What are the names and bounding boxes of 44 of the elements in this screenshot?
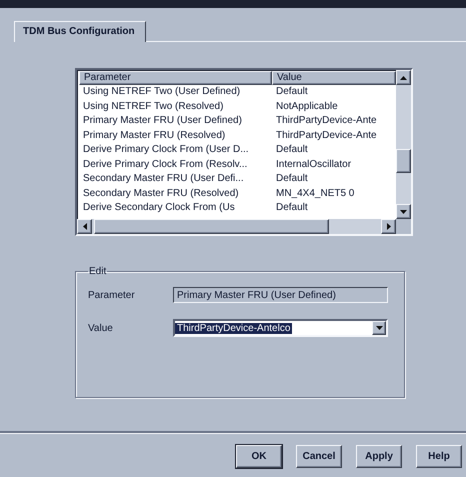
vertical-scrollbar[interactable] xyxy=(396,70,411,219)
parameter-cell[interactable]: Using NETREF Two (User Defined) xyxy=(79,85,272,100)
value-cell[interactable]: Default xyxy=(272,201,396,216)
value-cell[interactable]: ThirdPartyDevice-Ante xyxy=(272,114,396,128)
value-cell[interactable]: NotApplicable xyxy=(272,100,396,114)
value-dropdown[interactable]: ThirdPartyDevice-Antelco xyxy=(173,319,388,337)
parameter-list[interactable] xyxy=(75,68,413,236)
scroll-right-button[interactable] xyxy=(381,219,396,234)
parameter-cell[interactable]: Secondary Master FRU (Resolved) xyxy=(79,186,272,201)
left-arrow-icon xyxy=(82,223,86,230)
value-cell[interactable]: InternalOscillator xyxy=(272,158,396,172)
down-arrow-icon xyxy=(400,210,407,214)
dialog-button[interactable]: Help xyxy=(416,445,462,468)
parameter-cell[interactable]: Derive Secondary Clock From (Us xyxy=(79,201,272,216)
value-cell[interactable]: ThirdPartyDevice-Ante xyxy=(272,128,396,143)
column-header[interactable]: Parameter xyxy=(79,71,272,85)
parameter-cell[interactable]: Using NETREF Two (Resolved) xyxy=(79,100,272,114)
parameter-cell[interactable]: Derive Primary Clock From (User D... xyxy=(79,143,272,158)
value-cell[interactable]: Default xyxy=(272,85,396,100)
dialog-button[interactable]: Apply xyxy=(356,445,402,468)
parameter-cell[interactable]: Secondary Master FRU (User Defi... xyxy=(79,172,272,186)
dialog-button[interactable]: Cancel xyxy=(296,445,342,468)
parameter-cell[interactable]: Primary Master FRU (Resolved) xyxy=(79,128,272,143)
scrollbar-corner xyxy=(396,219,411,234)
right-arrow-icon xyxy=(386,223,390,230)
scroll-left-button[interactable] xyxy=(77,219,92,234)
column-header[interactable]: Value xyxy=(272,71,396,85)
tab[interactable]: TDM Bus Configuration xyxy=(14,21,146,42)
field-label: Value xyxy=(88,322,114,334)
value-cell[interactable]: MN_4X4_NET5 0 xyxy=(272,186,396,201)
dropdown-button[interactable] xyxy=(372,321,386,335)
value-cell[interactable]: Default xyxy=(272,172,396,186)
horizontal-scrollbar[interactable] xyxy=(77,219,396,234)
scroll-up-button[interactable] xyxy=(396,70,411,85)
parameter-field: Primary Master FRU (User Defined) xyxy=(173,287,388,303)
value-cell[interactable]: Default xyxy=(272,143,396,158)
dialog-button[interactable]: OK xyxy=(236,445,282,468)
parameter-cell[interactable]: Primary Master FRU (User Defined) xyxy=(79,114,272,128)
field-label: Parameter xyxy=(88,290,136,300)
down-arrow-icon xyxy=(376,326,382,330)
group-title: Edit xyxy=(88,266,108,277)
parameter-cell[interactable]: Derive Primary Clock From (Resolv... xyxy=(79,158,272,172)
scroll-down-button[interactable] xyxy=(396,204,411,219)
up-arrow-icon xyxy=(400,76,407,80)
